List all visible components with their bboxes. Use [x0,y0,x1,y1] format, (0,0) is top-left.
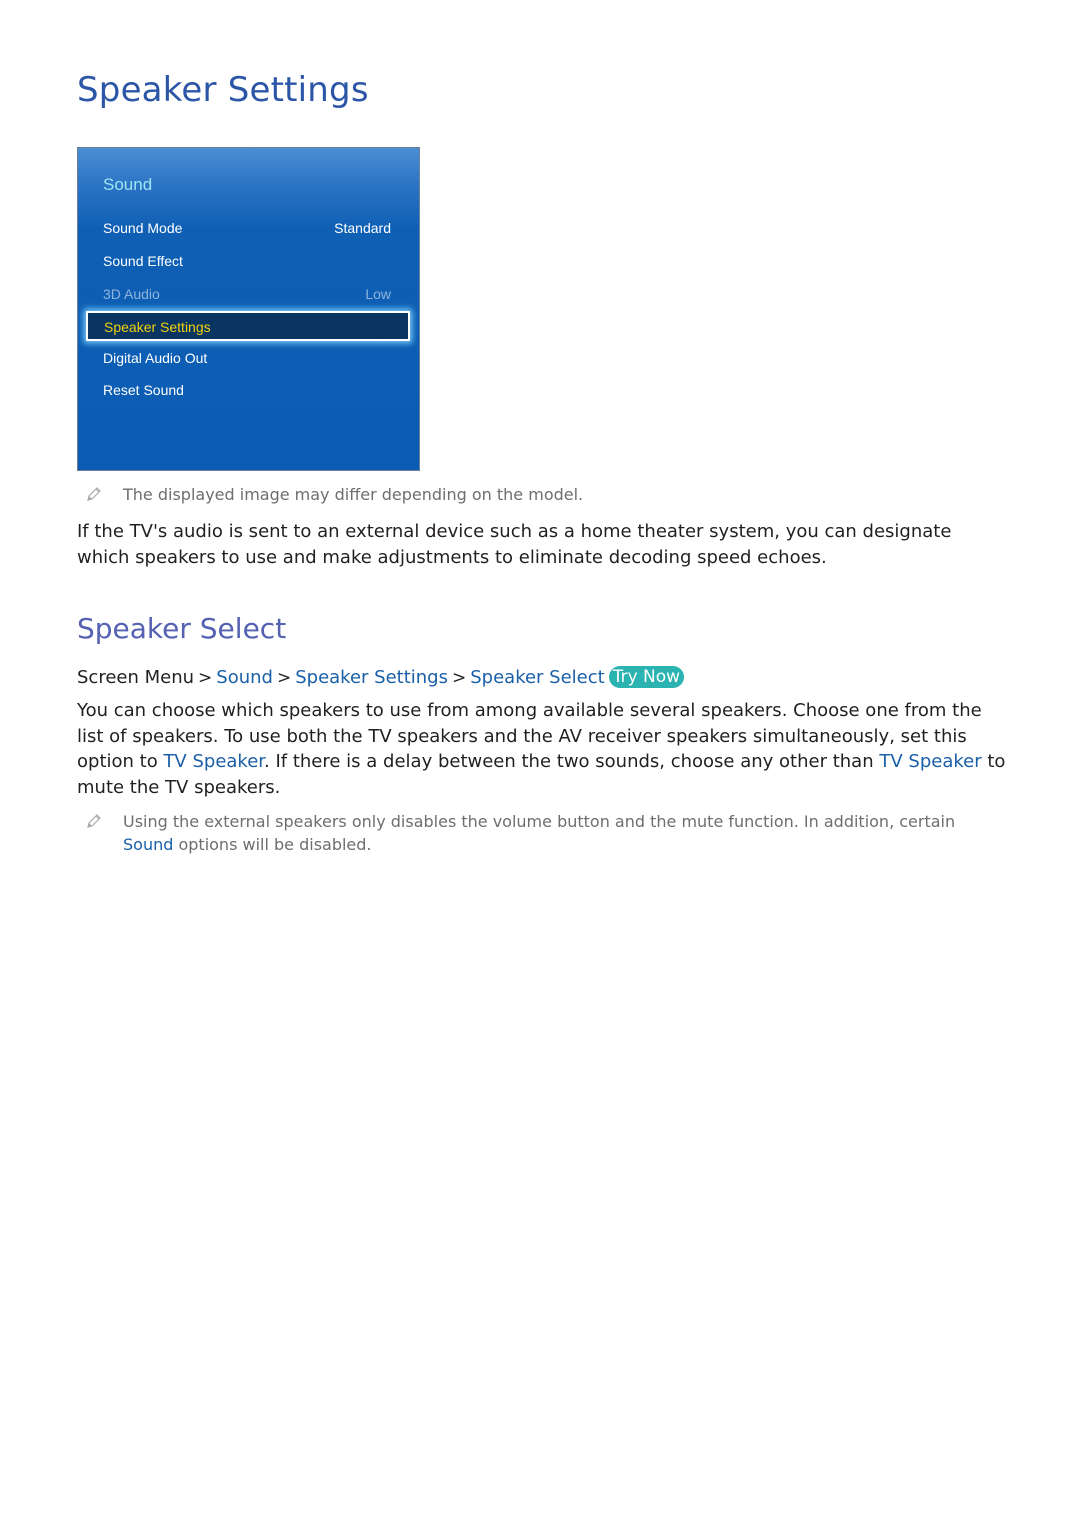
section-title-speaker-select: Speaker Select [77,612,287,645]
note-text-line1: Using the external speakers only disable… [123,812,956,831]
breadcrumb-sound[interactable]: Sound [216,667,273,688]
tv-menu-item-speaker-settings-focused: Speaker Settings [86,311,410,341]
intro-paragraph: If the TV's audio is sent to an external… [77,521,952,568]
pencil-icon [87,814,101,828]
sound-link: Sound [123,835,174,854]
breadcrumb: Screen Menu > Sound > Speaker Settings > Speak… [77,665,685,691]
tv-menu-item-reset-sound: Reset Sound [103,379,391,401]
tv-menu-item-sound-effect: Sound Effect [103,250,391,272]
breadcrumb-separator: > [276,668,292,688]
page-title: Speaker Settings [77,70,369,110]
tv-menu-item-label: Speaker Settings [104,319,211,335]
tv-menu-item-label: Sound Effect [103,253,183,269]
breadcrumb-separator: > [198,668,213,688]
pencil-icon [87,487,101,501]
tv-menu-item-value: Low [365,286,391,302]
tv-menu-item-3d-audio: 3D Audio Low [103,283,391,305]
tv-menu-item-label: 3D Audio [103,286,160,302]
breadcrumb-speaker-settings[interactable]: Speaker Settings [295,667,448,688]
tv-menu-item-digital-audio-out: Digital Audio Out [103,347,391,369]
tv-menu-title: Sound [103,175,153,194]
tv-sound-menu-screenshot: Sound Sound Mode Standard Sound Effect 3… [77,147,420,471]
tv-menu-item-label: Reset Sound [103,382,184,398]
tv-menu-item-label: Digital Audio Out [103,350,208,366]
try-now-button[interactable]: Try Now [608,666,685,688]
image-note-text: The displayed image may differ depending… [123,485,584,504]
note-text: options will be disabled. [173,835,372,854]
tv-speaker-link: TV Speaker [163,751,265,772]
tv-menu-item-value: Standard [334,220,391,236]
speaker-select-paragraph: You can choose which speakers to use fro… [77,698,1007,800]
paragraph-text: . If there is a delay between the two so… [264,751,880,772]
tv-menu-item-sound-mode: Sound Mode Standard [103,217,391,239]
breadcrumb-speaker-select[interactable]: Speaker Select [470,667,604,688]
note-text-line2: Sound options will be disabled. [123,833,372,856]
breadcrumb-root: Screen Menu [77,667,195,688]
tv-menu-item-label: Sound Mode [103,220,183,236]
breadcrumb-separator: > [451,668,467,688]
tv-speaker-link: TV Speaker [879,751,982,772]
